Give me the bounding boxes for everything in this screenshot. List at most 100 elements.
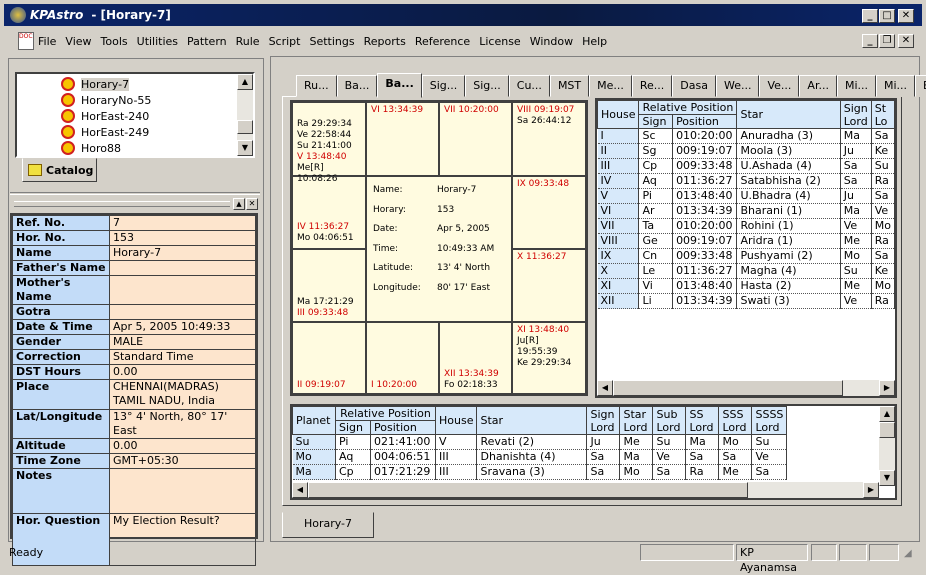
tab-11[interactable]: Ve... — [759, 75, 800, 97]
col-sub-lord[interactable]: Sub Lord — [652, 406, 687, 435]
menu-settings[interactable]: Settings — [309, 35, 354, 48]
scroll-down-button[interactable]: ▼ — [237, 140, 253, 156]
table-row[interactable]: XII Li 013:34:39 Swati (3) Ve Ra — [597, 293, 895, 309]
tree-scrollbar[interactable]: ▲ ▼ — [237, 74, 253, 156]
property-value[interactable]: GMT+05:30 — [109, 453, 256, 469]
menu-view[interactable]: View — [65, 35, 91, 48]
tab-2[interactable]: Ba... — [377, 73, 422, 98]
tab-1[interactable]: Ba... — [336, 75, 378, 97]
table-row[interactable]: II Sg 009:19:07 Moola (3) Ju Ke — [597, 143, 895, 159]
tab-6[interactable]: MST — [549, 75, 590, 97]
col-sss-lord[interactable]: SSS Lord — [718, 406, 753, 435]
table-row[interactable]: Su Pi 021:41:00 V Revati (2) Ju Me Su Ma Mo Su — [292, 434, 788, 450]
col-star[interactable]: Star — [476, 406, 588, 435]
scroll-thumb[interactable] — [237, 120, 253, 134]
col-ssss-lord[interactable]: SSSS Lord — [751, 406, 788, 435]
menu-reference[interactable]: Reference — [415, 35, 470, 48]
resize-grip-icon[interactable]: ◢ — [904, 548, 912, 559]
property-value[interactable] — [109, 468, 256, 514]
panel-collapse-button[interactable]: ▲ — [233, 198, 245, 210]
menu-help[interactable]: Help — [582, 35, 607, 48]
col-star-lord[interactable]: Star Lord — [619, 406, 654, 435]
table-row[interactable]: IV Aq 011:36:27 Satabhisha (2) Sa Ra — [597, 173, 895, 189]
property-value[interactable]: CHENNAI(MADRAS) TAMIL NADU, India — [109, 379, 256, 410]
table-row[interactable]: V Pi 013:48:40 U.Bhadra (4) Ju Sa — [597, 188, 895, 204]
col-sign-lord[interactable]: Sign Lord — [586, 406, 621, 435]
scroll-left-button[interactable]: ◀ — [597, 380, 613, 396]
col-star[interactable]: Star — [736, 100, 841, 129]
panel-grip[interactable] — [14, 201, 230, 207]
property-value[interactable] — [109, 275, 256, 305]
maximize-button[interactable]: □ — [879, 9, 895, 23]
menu-tools[interactable]: Tools — [101, 35, 128, 48]
menu-license[interactable]: License — [479, 35, 520, 48]
catalog-item[interactable]: Horo88 — [61, 140, 121, 156]
property-value[interactable]: 0.00 — [109, 438, 256, 454]
scroll-right-button[interactable]: ▶ — [879, 380, 895, 396]
property-value[interactable]: Horary-7 — [109, 245, 256, 261]
table-row[interactable]: VI Ar 013:34:39 Bharani (1) Ma Ve — [597, 203, 895, 219]
tab-5[interactable]: Cu... — [508, 75, 550, 97]
catalog-item[interactable]: Horary-7 — [61, 76, 130, 92]
menu-script[interactable]: Script — [269, 35, 301, 48]
col-planet[interactable]: Planet — [292, 406, 336, 435]
tab-9[interactable]: Dasa — [672, 75, 716, 97]
table-row[interactable]: III Cp 009:33:48 U.Ashada (4) Sa Su — [597, 158, 895, 174]
tab-13[interactable]: Mi... — [836, 75, 876, 97]
table-row[interactable]: X Le 011:36:27 Magha (4) Su Ke — [597, 263, 895, 279]
planet-table-vscrollbar[interactable]: ▲ ▼ — [879, 406, 895, 486]
mdi-restore-button[interactable]: ❐ — [879, 34, 895, 48]
panel-close-button[interactable]: ✕ — [246, 198, 258, 210]
property-value[interactable]: Apr 5, 2005 10:49:33 — [109, 319, 256, 335]
scroll-right-button[interactable]: ▶ — [863, 482, 879, 498]
scroll-thumb[interactable] — [613, 380, 843, 396]
tab-7[interactable]: Me... — [589, 75, 632, 97]
tab-14[interactable]: Mi... — [876, 75, 916, 97]
col-sign[interactable]: Sign — [335, 420, 371, 435]
menu-reports[interactable]: Reports — [364, 35, 406, 48]
table-row[interactable]: Mo Aq 004:06:51 III Dhanishta (4) Sa Ma Ve Sa Sa V… — [292, 449, 788, 465]
tab-0[interactable]: Ru... — [296, 75, 337, 97]
col-house[interactable]: House — [434, 406, 478, 435]
col-house[interactable]: House — [597, 100, 640, 129]
close-button[interactable]: ✕ — [898, 9, 914, 23]
tab-3[interactable]: Sig... — [421, 75, 466, 97]
property-value[interactable]: 13° 4' North, 80° 17' East — [109, 409, 256, 439]
scroll-left-button[interactable]: ◀ — [292, 482, 308, 498]
tab-12[interactable]: Ar... — [799, 75, 837, 97]
table-row[interactable]: XI Vi 013:48:40 Hasta (2) Me Mo — [597, 278, 895, 294]
col-position[interactable]: Position — [672, 114, 738, 129]
catalog-tab[interactable]: Catalog — [22, 158, 97, 182]
tab-4[interactable]: Sig... — [465, 75, 509, 97]
scroll-thumb[interactable] — [308, 482, 748, 498]
table-row[interactable]: IX Cn 009:33:48 Pushyami (2) Mo Sa — [597, 248, 895, 264]
table-row[interactable]: VII Ta 010:20:00 Rohini (1) Ve Mo — [597, 218, 895, 234]
property-value[interactable]: Standard Time — [109, 349, 256, 365]
tab-8[interactable]: Re... — [631, 75, 673, 97]
catalog-item[interactable]: HorEast-249 — [61, 124, 149, 140]
table-row[interactable]: VIII Ge 009:19:07 Aridra (1) Me Ra — [597, 233, 895, 249]
menu-pattern[interactable]: Pattern — [187, 35, 227, 48]
scroll-down-button[interactable]: ▼ — [879, 470, 895, 486]
property-value[interactable] — [109, 304, 256, 320]
tab-10[interactable]: We... — [715, 75, 760, 97]
property-value[interactable]: 153 — [109, 230, 256, 246]
property-value[interactable]: My Election Result? — [109, 513, 256, 566]
tab-15[interactable]: BAV — [915, 75, 926, 97]
col-ss-lord[interactable]: SS Lord — [685, 406, 720, 435]
minimize-button[interactable]: _ — [862, 9, 878, 23]
splitter[interactable] — [10, 192, 260, 195]
document-tab-horary-7[interactable]: Horary-7 — [282, 512, 374, 538]
col-position[interactable]: Position — [370, 420, 436, 435]
mdi-minimize-button[interactable]: _ — [862, 34, 878, 48]
scroll-thumb[interactable] — [879, 422, 895, 438]
catalog-item[interactable]: HorEast-240 — [61, 108, 149, 124]
col-sign[interactable]: Sign — [638, 114, 674, 129]
property-value[interactable]: 0.00 — [109, 364, 256, 380]
menu-rule[interactable]: Rule — [236, 35, 260, 48]
planet-table-hscrollbar[interactable]: ◀ ▶ — [292, 482, 879, 498]
table-row[interactable]: Ma Cp 017:21:29 III Sravana (3) Sa Mo Sa Ra Me Sa — [292, 464, 788, 480]
property-value[interactable]: 7 — [109, 215, 256, 231]
table-row[interactable]: I Sc 010:20:00 Anuradha (3) Ma Sa — [597, 128, 895, 144]
property-value[interactable] — [109, 260, 256, 276]
